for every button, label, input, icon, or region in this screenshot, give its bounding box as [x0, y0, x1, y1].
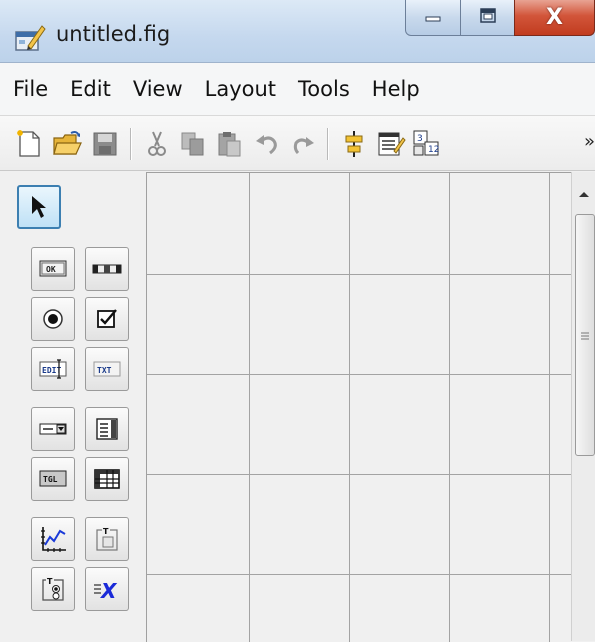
checkbox-icon [96, 308, 118, 330]
tab-order-editor-icon[interactable]: 3 12 [412, 129, 442, 159]
popup-menu-icon [39, 422, 67, 436]
title-bar: untitled.fig X [0, 0, 595, 63]
slider-tool[interactable] [85, 247, 129, 291]
window-title: untitled.fig [56, 22, 171, 46]
grid-line [249, 173, 250, 642]
edit-text-tool[interactable]: EDIT [31, 347, 75, 391]
toggle-button-tool[interactable]: TGL [31, 457, 75, 501]
minimize-icon [423, 8, 443, 27]
close-icon: X [546, 5, 563, 30]
grid-line [147, 274, 572, 275]
checkbox-tool[interactable] [85, 297, 129, 341]
grid-line [147, 474, 572, 475]
svg-text:TGL: TGL [43, 475, 58, 484]
svg-text:T: T [47, 577, 53, 586]
button-group-icon: T [41, 576, 65, 602]
guide-figure-icon [14, 22, 46, 54]
axes-icon [39, 525, 67, 553]
static-text-icon: TXT [93, 360, 121, 378]
slider-icon [92, 262, 122, 276]
scroll-thumb[interactable] [575, 214, 595, 456]
arrow-pointer-icon [28, 194, 50, 220]
table-icon [94, 468, 120, 490]
grid-line [449, 173, 450, 642]
arrow-up-icon [578, 183, 590, 202]
radio-button-tool[interactable] [31, 297, 75, 341]
static-text-tool[interactable]: TXT [85, 347, 129, 391]
paste-icon[interactable] [214, 129, 244, 159]
copy-icon[interactable] [178, 129, 208, 159]
menu-editor-icon[interactable] [376, 129, 406, 159]
select-tool[interactable] [17, 185, 61, 229]
layout-canvas[interactable] [146, 172, 572, 642]
svg-text:OK: OK [46, 265, 56, 274]
open-folder-icon[interactable] [52, 129, 82, 159]
cut-icon[interactable] [142, 129, 172, 159]
component-palette: OK EDIT TXT TGL T T X [14, 175, 142, 641]
menu-edit[interactable]: Edit [70, 77, 111, 101]
svg-text:T: T [103, 527, 109, 536]
save-icon[interactable] [90, 129, 120, 159]
undo-icon[interactable] [252, 129, 282, 159]
svg-text:12: 12 [428, 145, 439, 155]
menu-file[interactable]: File [13, 77, 48, 101]
svg-text:TXT: TXT [97, 366, 112, 375]
svg-text:3: 3 [417, 134, 423, 144]
grid-line [349, 173, 350, 642]
vertical-scrollbar[interactable] [571, 172, 595, 641]
grip-icon [581, 327, 589, 340]
scroll-up-button[interactable] [572, 172, 595, 212]
listbox-tool[interactable] [85, 407, 129, 451]
align-objects-icon[interactable] [339, 129, 369, 159]
new-file-icon[interactable] [14, 129, 44, 159]
radio-button-icon [42, 308, 64, 330]
table-tool[interactable] [85, 457, 129, 501]
toolbar-overflow-icon[interactable]: » [584, 131, 595, 152]
grid-line [147, 574, 572, 575]
toolbar: 3 12 » [0, 116, 595, 171]
redo-icon[interactable] [288, 129, 318, 159]
svg-text:X: X [99, 579, 118, 601]
maximize-button[interactable] [460, 0, 515, 36]
menu-layout[interactable]: Layout [205, 77, 276, 101]
push-button-tool[interactable]: OK [31, 247, 75, 291]
axes-tool[interactable] [31, 517, 75, 561]
button-group-tool[interactable]: T [31, 567, 75, 611]
panel-icon: T [95, 526, 119, 552]
activex-icon: X [92, 577, 122, 601]
activex-control-tool[interactable]: X [85, 567, 129, 611]
grid-line [549, 173, 550, 642]
menu-bar: File Edit View Layout Tools Help [0, 63, 595, 116]
popup-menu-tool[interactable] [31, 407, 75, 451]
menu-help[interactable]: Help [372, 77, 420, 101]
menu-tools[interactable]: Tools [298, 77, 350, 101]
listbox-icon [95, 417, 119, 441]
panel-tool[interactable]: T [85, 517, 129, 561]
toolbar-separator [327, 128, 328, 160]
minimize-button[interactable] [405, 0, 461, 36]
push-button-icon: OK [39, 259, 67, 279]
close-button[interactable]: X [514, 0, 595, 36]
grid-line [147, 374, 572, 375]
toolbar-separator [130, 128, 131, 160]
toggle-button-icon: TGL [39, 469, 67, 489]
maximize-icon [478, 7, 498, 29]
menu-view[interactable]: View [133, 77, 183, 101]
edit-text-icon: EDIT [39, 358, 67, 380]
